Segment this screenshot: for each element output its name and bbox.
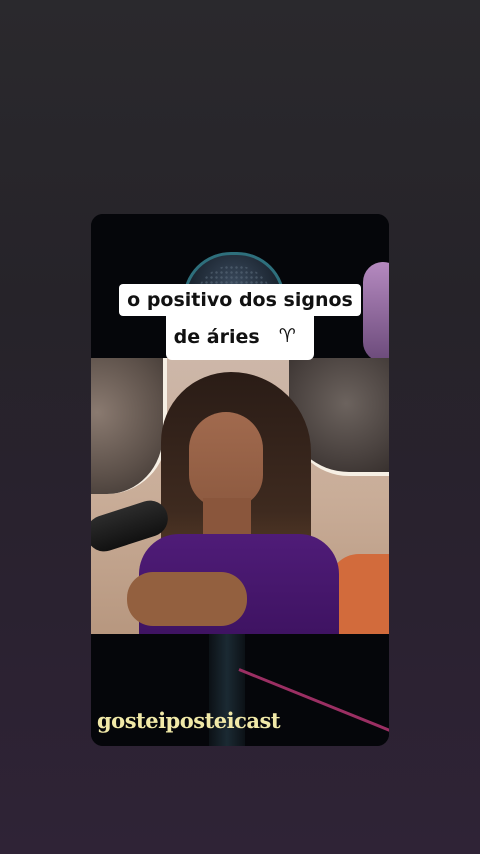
video-card[interactable]: o positivo dos signos de áries ♈ gosteip…	[91, 214, 389, 746]
video-caption: o positivo dos signos de áries ♈	[91, 284, 389, 360]
acoustic-panel-left	[91, 358, 167, 494]
speaker-face	[189, 412, 263, 508]
caption-line-2-text: de áries	[173, 325, 260, 348]
caption-line-2: de áries ♈	[165, 314, 315, 360]
caption-line-1: o positivo dos signos	[119, 284, 361, 316]
speaker-hands	[127, 572, 247, 626]
aries-zodiac-icon: ♈	[268, 320, 307, 354]
video-frame	[91, 358, 389, 644]
podcast-watermark: gosteiposteicast	[97, 708, 281, 733]
